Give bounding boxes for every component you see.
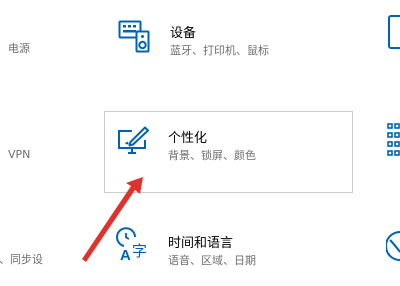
svg-text:字: 字	[132, 242, 147, 260]
settings-home: 电源 VPN 、同步设 设备 蓝牙、打印机、鼠标 个性化 背景、锁屏、颜色 A …	[0, 0, 400, 286]
vpn-desc: VPN	[8, 148, 31, 161]
time-language-desc: 语音、区域、日期	[168, 254, 256, 267]
keyboard-speaker-icon	[118, 20, 150, 53]
apps-grid-icon[interactable]	[386, 122, 400, 156]
xbox-icon[interactable]	[386, 228, 400, 262]
devices-tile[interactable]: 设备 蓝牙、打印机、鼠标	[104, 8, 354, 78]
sync-desc: 、同步设	[0, 253, 43, 266]
accounts-tile[interactable]: 、同步设	[0, 245, 80, 275]
network-tile[interactable]: VPN	[0, 140, 80, 170]
power-desc: 电源	[8, 42, 30, 55]
time-language-title: 时间和语言	[168, 236, 234, 251]
personalization-tile[interactable]: 个性化 背景、锁屏、颜色	[104, 111, 353, 193]
personalization-desc: 背景、锁屏、颜色	[168, 149, 256, 162]
svg-text:A: A	[120, 247, 131, 263]
devices-title: 设备	[170, 26, 197, 41]
power-sleep-tile[interactable]: 电源	[0, 30, 80, 60]
devices-desc: 蓝牙、打印机、鼠标	[170, 44, 269, 57]
pen-monitor-icon	[118, 126, 149, 154]
phone-icon[interactable]	[386, 14, 400, 50]
personalization-title: 个性化	[168, 131, 208, 146]
time-language-tile[interactable]: A 字 时间和语言 语音、区域、日期	[104, 222, 354, 282]
clock-language-icon: A 字	[116, 227, 147, 263]
